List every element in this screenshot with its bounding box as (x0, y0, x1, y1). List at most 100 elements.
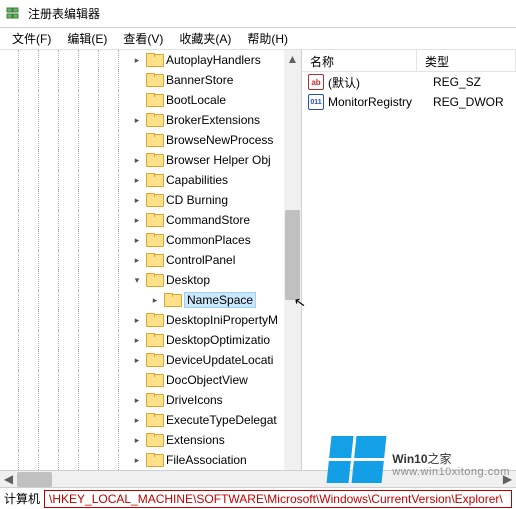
chevron-right-icon[interactable]: ▸ (148, 293, 162, 307)
scroll-up-icon[interactable]: ▲ (284, 50, 301, 67)
folder-icon (146, 313, 162, 327)
tree-item[interactable]: BannerStore (0, 70, 284, 90)
tree-item-label: AutoplayHandlers (166, 53, 261, 67)
tree-item-label: DeviceUpdateLocati (166, 353, 273, 367)
folder-icon (146, 53, 162, 67)
folder-icon (146, 93, 162, 107)
tree-item-label: Desktop (166, 273, 210, 287)
folder-icon (146, 253, 162, 267)
no-expand-icon (130, 93, 144, 107)
list-body[interactable]: ab(默认)REG_SZ011MonitorRegistryREG_DWOR (302, 72, 516, 112)
vertical-scrollbar[interactable]: ▲ (284, 50, 301, 470)
chevron-right-icon[interactable]: ▸ (130, 213, 144, 227)
chevron-right-icon[interactable]: ▸ (130, 253, 144, 267)
folder-icon (146, 453, 162, 467)
chevron-right-icon[interactable]: ▸ (130, 53, 144, 67)
horizontal-scrollbar[interactable]: ◀ ▶ (0, 470, 516, 487)
app-icon (6, 6, 22, 22)
column-name[interactable]: 名称 (302, 50, 417, 71)
tree-item[interactable]: ▸ Extensions (0, 430, 284, 450)
tree-item-label: BrokerExtensions (166, 113, 260, 127)
tree-item-label: Capabilities (166, 173, 228, 187)
chevron-right-icon[interactable]: ▸ (130, 193, 144, 207)
chevron-down-icon[interactable]: ▾ (130, 273, 144, 287)
binary-value-icon: 011 (308, 94, 324, 110)
tree-item[interactable]: BrowseNewProcess (0, 130, 284, 150)
tree-item-label: CD Burning (166, 193, 228, 207)
tree-item[interactable]: ▾ Desktop (0, 270, 284, 290)
statusbar: 计算机 \HKEY_LOCAL_MACHINE\SOFTWARE\Microso… (0, 487, 516, 509)
tree-item[interactable]: ▸ CommonPlaces (0, 230, 284, 250)
content-area: ▸ AutoplayHandlers BannerStore BootLocale ▸ B… (0, 50, 516, 470)
tree-item[interactable]: ▸ AutoplayHandlers (0, 50, 284, 70)
chevron-right-icon[interactable]: ▸ (130, 313, 144, 327)
scroll-thumb[interactable] (285, 210, 300, 300)
chevron-right-icon[interactable]: ▸ (130, 233, 144, 247)
status-label: 计算机 (4, 490, 40, 507)
list-row[interactable]: 011MonitorRegistryREG_DWOR (302, 92, 516, 112)
column-type[interactable]: 类型 (417, 50, 516, 71)
tree-item-label: Browser Helper Obj (166, 153, 271, 167)
tree-item[interactable]: ▸ DesktopOptimizatio (0, 330, 284, 350)
chevron-right-icon[interactable]: ▸ (130, 113, 144, 127)
tree-item[interactable]: ▸DriveIcons (0, 390, 284, 410)
folder-icon (146, 393, 162, 407)
value-name: MonitorRegistry (328, 95, 433, 109)
hscroll-track[interactable] (17, 472, 499, 487)
chevron-right-icon[interactable]: ▸ (130, 333, 144, 347)
no-expand-icon (130, 373, 144, 387)
tree-item-label: CommonPlaces (166, 233, 251, 247)
scroll-left-icon[interactable]: ◀ (0, 471, 17, 488)
tree-item[interactable]: ▸ Browser Helper Obj (0, 150, 284, 170)
folder-icon (146, 113, 162, 127)
list-row[interactable]: ab(默认)REG_SZ (302, 72, 516, 92)
tree-item[interactable]: ▸NameSpace (0, 290, 284, 310)
chevron-right-icon[interactable]: ▸ (130, 453, 144, 467)
folder-icon (146, 273, 162, 287)
tree-item[interactable]: ▸ ControlPanel (0, 250, 284, 270)
tree-item-label: DesktopIniPropertyM (166, 313, 278, 327)
menu-help[interactable]: 帮助(H) (239, 28, 296, 49)
hscroll-thumb[interactable] (17, 472, 52, 487)
folder-icon (146, 233, 162, 247)
tree-item-label: ControlPanel (166, 253, 235, 267)
folder-icon (146, 73, 162, 87)
tree-item-label: Extensions (166, 433, 225, 447)
menu-favorites[interactable]: 收藏夹(A) (171, 28, 239, 49)
status-path: \HKEY_LOCAL_MACHINE\SOFTWARE\Microsoft\W… (44, 490, 512, 508)
tree-item[interactable]: ▸ CD Burning (0, 190, 284, 210)
titlebar: 注册表编辑器 (0, 0, 516, 28)
folder-icon (146, 173, 162, 187)
tree-item[interactable]: ▸CommandStore (0, 210, 284, 230)
tree-item[interactable]: ▸ DeviceUpdateLocati (0, 350, 284, 370)
tree-item-label: BannerStore (166, 73, 233, 87)
tree-item[interactable]: ▸ Capabilities (0, 170, 284, 190)
folder-icon (146, 133, 162, 147)
list-pane: 名称 类型 ab(默认)REG_SZ 011 MonitorRegistryREG_… (302, 50, 516, 470)
tree-view[interactable]: ▸ AutoplayHandlers BannerStore BootLocale ▸ B… (0, 50, 284, 470)
window-title: 注册表编辑器 (28, 5, 100, 22)
no-expand-icon (130, 133, 144, 147)
chevron-right-icon[interactable]: ▸ (130, 353, 144, 367)
menu-view[interactable]: 查看(V) (115, 28, 171, 49)
chevron-right-icon[interactable]: ▸ (130, 393, 144, 407)
tree-item[interactable]: ▸FileAssociation (0, 450, 284, 470)
folder-icon (146, 413, 162, 427)
tree-item[interactable]: DocObjectView (0, 370, 284, 390)
folder-icon (146, 373, 162, 387)
tree-item[interactable]: ▸ DesktopIniPropertyM (0, 310, 284, 330)
value-name: (默认) (328, 74, 433, 91)
tree-item-label: DesktopOptimizatio (166, 333, 270, 347)
tree-item[interactable]: BootLocale (0, 90, 284, 110)
chevron-right-icon[interactable]: ▸ (130, 153, 144, 167)
chevron-right-icon[interactable]: ▸ (130, 173, 144, 187)
menu-file[interactable]: 文件(F) (4, 28, 59, 49)
menu-edit[interactable]: 编辑(E) (59, 28, 115, 49)
tree-item[interactable]: ▸ExecuteTypeDelegat (0, 410, 284, 430)
chevron-right-icon[interactable]: ▸ (130, 433, 144, 447)
value-type: REG_SZ (433, 75, 481, 89)
chevron-right-icon[interactable]: ▸ (130, 413, 144, 427)
folder-icon (146, 353, 162, 367)
scroll-right-icon[interactable]: ▶ (499, 471, 516, 488)
tree-item[interactable]: ▸ BrokerExtensions (0, 110, 284, 130)
